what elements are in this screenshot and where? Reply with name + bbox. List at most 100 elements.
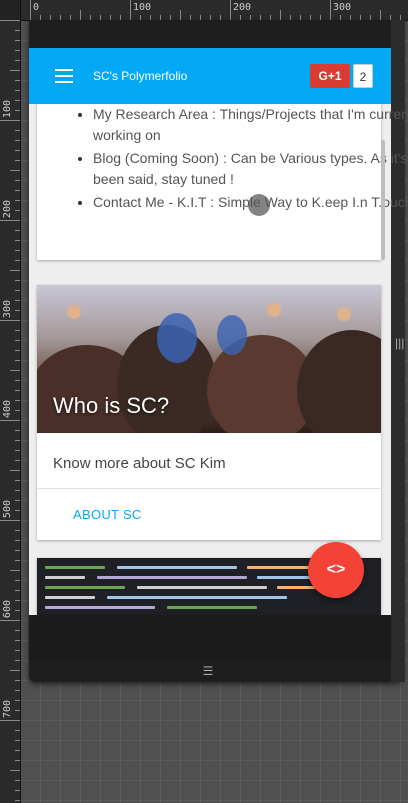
ruler-tick <box>15 640 20 641</box>
ruler-tick <box>15 90 20 91</box>
ruler-tick <box>15 550 20 551</box>
ruler-tick <box>15 450 20 451</box>
scrollbar[interactable] <box>381 140 385 260</box>
ruler-tick <box>15 660 20 661</box>
ruler-tick <box>15 750 20 751</box>
ruler-tick <box>15 190 20 191</box>
card-divider <box>37 488 381 489</box>
ruler-tick <box>15 180 20 181</box>
code-icon-fab[interactable]: <> <box>308 542 364 598</box>
ruler-tick <box>15 200 20 201</box>
ruler-tick <box>10 470 20 471</box>
ruler-corner <box>0 0 20 20</box>
ruler-tick <box>15 280 20 281</box>
intro-card: My Research Area : Things/Projects that … <box>37 80 408 260</box>
ruler-tick <box>10 170 20 171</box>
about-card-title: Who is SC? <box>53 393 170 418</box>
ruler-tick <box>10 770 20 771</box>
ruler-tick <box>15 130 20 131</box>
list-item: Blog (Coming Soon) : Can be Various type… <box>93 148 408 190</box>
about-sc-button[interactable]: ABOUT SC <box>73 507 142 522</box>
ruler-tick <box>15 60 20 61</box>
list-item: My Research Area : Things/Projects that … <box>93 104 408 146</box>
vertical-ruler: 100 200 300 400 500 600 700 <box>0 0 21 803</box>
ruler-tick <box>15 150 20 151</box>
ruler-tick <box>10 70 20 71</box>
ruler-tick <box>15 50 20 51</box>
ruler-tick <box>15 160 20 161</box>
ruler-tick <box>15 650 20 651</box>
ruler-label: 300 <box>333 2 352 13</box>
ruler-tick <box>15 430 20 431</box>
ruler-tick <box>15 580 20 581</box>
gplus-one-button[interactable]: G+1 <box>310 64 350 88</box>
ruler-tick <box>15 700 20 701</box>
ruler-tick <box>15 630 20 631</box>
ruler-tick <box>0 720 20 721</box>
ruler-tick <box>15 440 20 441</box>
ruler-tick <box>15 610 20 611</box>
ruler-label: 300 <box>2 300 13 319</box>
ruler-tick <box>10 270 20 271</box>
ruler-tick <box>30 0 31 20</box>
ruler-tick <box>80 10 81 20</box>
ruler-label: 700 <box>2 700 13 719</box>
about-card: Who is SC? Know more about SC Kim ABOUT … <box>37 285 381 540</box>
ruler-tick <box>15 480 20 481</box>
ruler-tick <box>10 570 20 571</box>
ruler-tick <box>10 370 20 371</box>
ruler-tick <box>15 400 20 401</box>
ruler-tick <box>15 500 20 501</box>
ruler-tick <box>15 350 20 351</box>
ruler-tick <box>330 0 331 20</box>
ruler-tick <box>130 0 131 20</box>
ruler-tick <box>15 790 20 791</box>
ruler-tick <box>0 620 20 621</box>
app-toolbar: SC's Polymerfolio G+1 2 <box>29 48 391 104</box>
ruler-tick <box>15 560 20 561</box>
ruler-tick <box>15 600 20 601</box>
ruler-label: 200 <box>233 2 252 13</box>
about-card-text: Know more about SC Kim <box>53 455 226 472</box>
group-photo: Who is SC? <box>37 285 381 433</box>
ruler-tick <box>15 300 20 301</box>
ruler-label: 400 <box>2 400 13 419</box>
ruler-tick <box>15 260 20 261</box>
ruler-label: 500 <box>2 500 13 519</box>
touch-indicator <box>248 194 270 216</box>
ruler-tick <box>15 100 20 101</box>
ruler-tick <box>15 680 20 681</box>
ruler-tick <box>15 380 20 381</box>
ruler-tick <box>0 520 20 521</box>
ruler-tick <box>15 340 20 341</box>
hamburger-icon[interactable] <box>55 69 73 83</box>
horizontal-ruler: 0 100 200 300 <box>0 0 408 21</box>
ruler-tick <box>0 120 20 121</box>
resize-grip-right-icon[interactable]: ||| <box>395 336 404 350</box>
ruler-tick <box>15 510 20 511</box>
ruler-tick <box>15 210 20 211</box>
ruler-tick <box>15 490 20 491</box>
ruler-tick <box>15 760 20 761</box>
ruler-tick <box>15 40 20 41</box>
ruler-tick <box>15 730 20 731</box>
ruler-tick <box>15 110 20 111</box>
resize-grip-bottom-icon[interactable]: ☰ <box>199 665 217 677</box>
ruler-tick <box>15 360 20 361</box>
ruler-tick <box>15 780 20 781</box>
ruler-tick <box>0 420 20 421</box>
ruler-tick <box>15 530 20 531</box>
ruler-tick <box>15 290 20 291</box>
ruler-tick <box>15 800 20 801</box>
ruler-tick <box>15 460 20 461</box>
ruler-tick <box>15 540 20 541</box>
ruler-tick <box>15 230 20 231</box>
ruler-tick <box>0 20 20 21</box>
ruler-tick <box>15 410 20 411</box>
ruler-tick <box>15 30 20 31</box>
ruler-label: 200 <box>2 200 13 219</box>
ruler-label: 0 <box>33 2 40 13</box>
ruler-tick <box>10 670 20 671</box>
ruler-tick <box>15 240 20 241</box>
gplus-count: 2 <box>353 64 373 88</box>
